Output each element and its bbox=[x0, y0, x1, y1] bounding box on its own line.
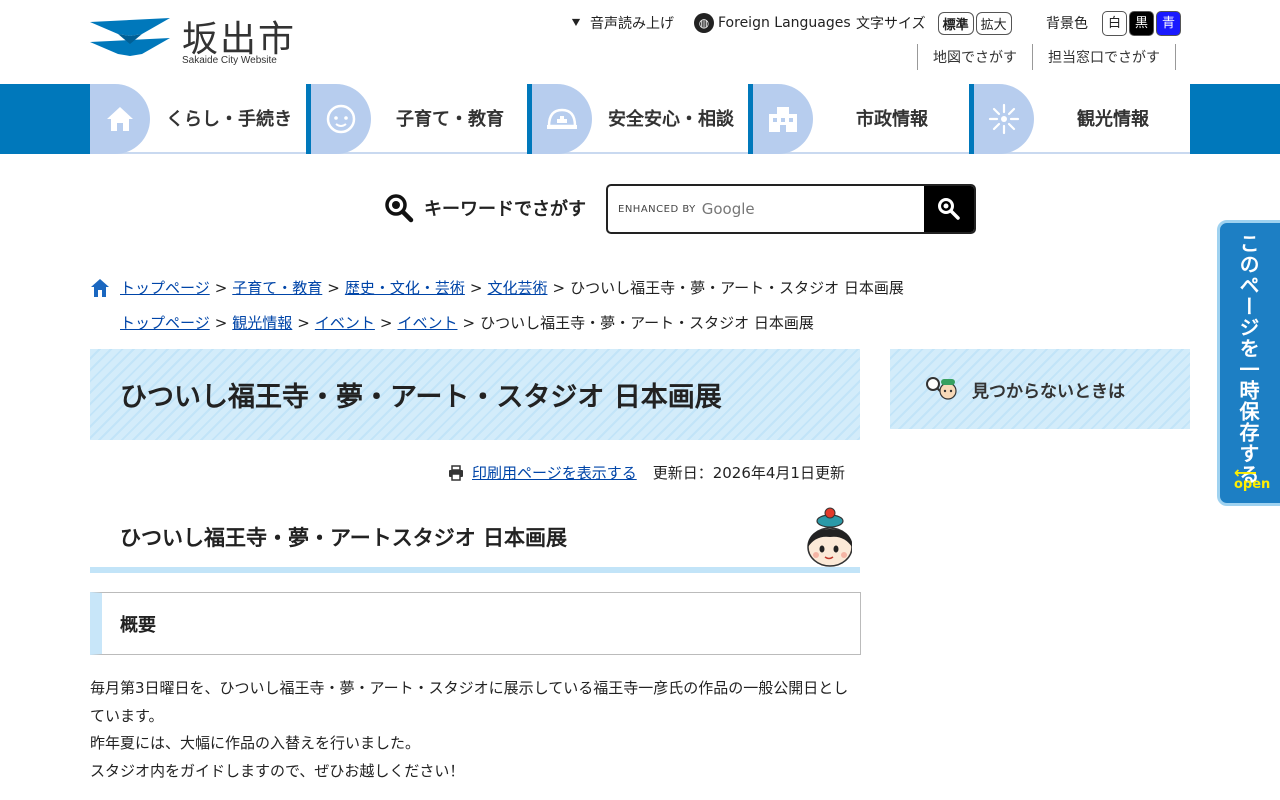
nav-item-childcare[interactable]: 子育て・教育 bbox=[311, 84, 527, 154]
not-found-help-label: 見つからないときは bbox=[972, 381, 1125, 402]
nav-item-safety[interactable]: 安全安心・相談 bbox=[532, 84, 748, 154]
bg-white-button[interactable]: 白 bbox=[1102, 10, 1127, 36]
updated-date: 更新日：2026年4月1日更新 bbox=[652, 464, 845, 482]
voice-reader-link[interactable]: ⯆ 音声読み上げ bbox=[570, 10, 674, 36]
save-page-text: このページを一時保存する bbox=[1236, 233, 1260, 485]
subsection-heading-text: 概要 bbox=[120, 614, 156, 636]
map-search-link[interactable]: 地図でさがす bbox=[917, 44, 1032, 70]
google-label: Google bbox=[701, 200, 755, 218]
subsection-heading: 概要 bbox=[90, 592, 861, 655]
font-size-control: 文字サイズ 標準 拡大 bbox=[856, 10, 1014, 36]
voice-reader-label: 音声読み上げ bbox=[590, 16, 675, 32]
helmet-icon bbox=[532, 84, 592, 154]
bg-black-button[interactable]: 黒 bbox=[1129, 10, 1154, 36]
search-icon bbox=[938, 198, 960, 220]
section-heading-text: ひついし福王寺・夢・アートスタジオ 日本画展 bbox=[120, 526, 568, 550]
nav-label: 観光情報 bbox=[1077, 109, 1149, 130]
background-color-control: 背景色 白 黒 青 bbox=[1046, 10, 1181, 36]
search-input[interactable]: ENHANCED BY Google bbox=[608, 186, 924, 232]
building-icon bbox=[753, 84, 813, 154]
save-page-tab[interactable]: このページを一時保存する ⟵ open bbox=[1217, 220, 1280, 506]
logo-subtitle: Sakaide City Website bbox=[182, 55, 277, 66]
site-logo[interactable]: 坂出市 Sakaide City Website bbox=[90, 10, 305, 70]
nav-label: 安全安心・相談 bbox=[608, 109, 734, 130]
breadcrumb-link[interactable]: イベント bbox=[397, 312, 457, 333]
breadcrumb-current: ひついし福王寺・夢・アート・スタジオ 日本画展 bbox=[570, 279, 904, 297]
page-title-box: ひついし福王寺・夢・アート・スタジオ 日本画展 bbox=[90, 349, 860, 440]
logo-mark-icon bbox=[90, 18, 170, 56]
breadcrumb-link[interactable]: 文化芸術 bbox=[487, 277, 547, 298]
nav-item-city-info[interactable]: 市政情報 bbox=[753, 84, 969, 154]
download-arrow-icon: ⯆ bbox=[570, 14, 583, 32]
nav-item-tourism[interactable]: 観光情報 bbox=[974, 84, 1190, 154]
bg-blue-button[interactable]: 青 bbox=[1156, 10, 1181, 36]
print-page-link[interactable]: 印刷用ページを表示する bbox=[472, 462, 637, 483]
page-meta: 印刷用ページを表示する 更新日：2026年4月1日更新 bbox=[448, 462, 845, 483]
nav-item-living[interactable]: くらし・手続き bbox=[90, 84, 306, 154]
keyword-search-label: キーワードでさがす bbox=[384, 193, 586, 223]
font-large-button[interactable]: 拡大 bbox=[975, 11, 1012, 35]
page-title: ひついし福王寺・夢・アート・スタジオ 日本画展 bbox=[120, 382, 722, 413]
house-icon bbox=[90, 84, 150, 154]
nav-label: 市政情報 bbox=[856, 109, 928, 130]
firework-icon bbox=[974, 84, 1034, 154]
magnifier-mascot-icon bbox=[926, 377, 957, 400]
baby-icon bbox=[311, 84, 371, 154]
foreign-languages-link[interactable]: ◍ Foreign Languages bbox=[694, 10, 851, 36]
foreign-languages-label: Foreign Languages bbox=[718, 15, 851, 31]
home-icon bbox=[91, 278, 109, 297]
breadcrumb-link[interactable]: トップページ bbox=[120, 277, 210, 298]
background-color-label: 背景色 bbox=[1046, 16, 1088, 32]
search-form: ENHANCED BY Google bbox=[606, 184, 976, 234]
printer-icon bbox=[449, 464, 463, 481]
not-found-help-link[interactable]: 見つからないときは bbox=[890, 349, 1190, 429]
nav-label: くらし・手続き bbox=[166, 109, 292, 130]
breadcrumb-current: ひついし福王寺・夢・アート・スタジオ 日本画展 bbox=[480, 314, 814, 332]
globe-icon: ◍ bbox=[694, 13, 714, 33]
breadcrumb-link[interactable]: 観光情報 bbox=[232, 312, 292, 333]
enhanced-by-label: ENHANCED BY bbox=[618, 203, 696, 215]
department-search-link[interactable]: 担当窓口でさがす bbox=[1032, 44, 1176, 70]
body-text: 毎月第3日曜日を、ひついし福王寺・夢・アート・スタジオに展示している福王寺一彦氏… bbox=[90, 675, 860, 785]
breadcrumb-link[interactable]: 歴史・文化・芸術 bbox=[345, 277, 465, 298]
header-sublinks: 地図でさがす 担当窓口でさがす bbox=[917, 44, 1176, 70]
breadcrumb: トップページ > 子育て・教育 > 歴史・文化・芸術 > 文化芸術 > ひついし福王寺・… bbox=[90, 277, 904, 298]
search-submit-button[interactable] bbox=[924, 186, 974, 232]
site-header: 坂出市 Sakaide City Website ⯆ 音声読み上げ ◍ Fore… bbox=[0, 0, 1280, 84]
body-paragraph: 昨年夏には、大幅に作品の入替えを行いました。 bbox=[90, 734, 421, 752]
body-paragraph: 毎月第3日曜日を、ひついし福王寺・夢・アート・スタジオに展示している福王寺一彦氏… bbox=[90, 679, 849, 725]
keyword-search-text: キーワードでさがす bbox=[424, 199, 586, 220]
breadcrumb-link[interactable]: 子育て・教育 bbox=[232, 277, 322, 298]
open-label: open bbox=[1234, 477, 1271, 492]
breadcrumb: トップページ > 観光情報 > イベント > イベント > ひついし福王寺・夢・アート・… bbox=[120, 312, 814, 333]
search-icon bbox=[385, 194, 414, 223]
font-standard-button[interactable]: 標準 bbox=[937, 11, 974, 35]
body-paragraph: スタジオ内をガイドしますので、ぜひお越しください！ bbox=[90, 761, 465, 780]
mascot-icon bbox=[807, 507, 852, 567]
font-size-label: 文字サイズ bbox=[856, 16, 926, 32]
nav-label: 子育て・教育 bbox=[396, 109, 504, 130]
section-heading: ひついし福王寺・夢・アートスタジオ 日本画展 bbox=[90, 507, 860, 573]
breadcrumb-link[interactable]: イベント bbox=[315, 312, 375, 333]
global-nav: くらし・手続き 子育て・教育 安全安心・相談 市政情報 観光情報 bbox=[0, 84, 1280, 154]
breadcrumb-link[interactable]: トップページ bbox=[120, 312, 210, 333]
